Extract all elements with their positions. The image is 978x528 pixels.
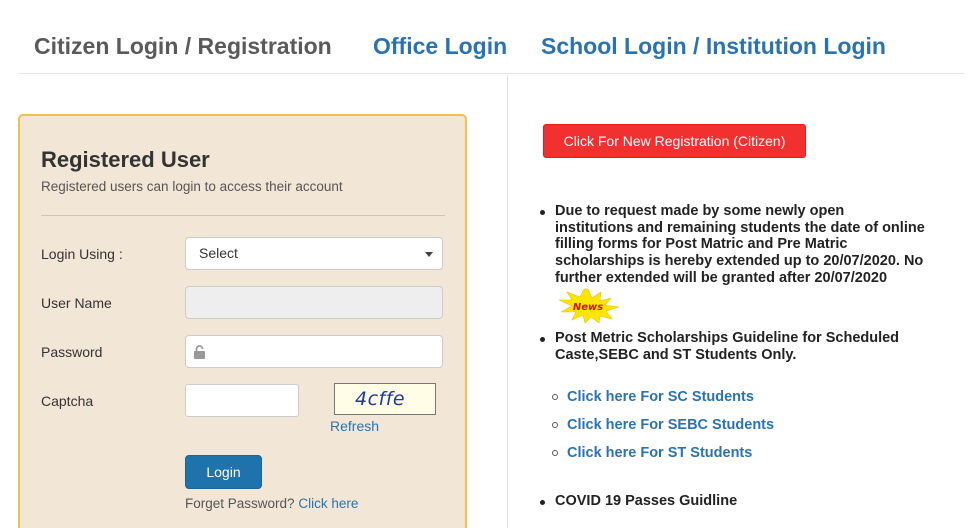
login-using-value: Select: [199, 245, 238, 261]
circle-bullet-icon: [552, 422, 558, 428]
forgot-password-link[interactable]: Click here: [298, 496, 358, 511]
notice-line: institutions and remaining students the …: [555, 219, 925, 236]
registered-user-panel: Registered User Registered users can log…: [18, 114, 467, 528]
notice-line: Due to request made by some newly open: [555, 203, 845, 219]
login-tabs: Citizen Login / Registration Office Logi…: [18, 0, 964, 74]
password-field[interactable]: [185, 335, 443, 368]
notice-line: scholarships is hereby extended up to 20…: [555, 253, 924, 270]
panel-title: Registered User: [41, 147, 210, 172]
forgot-password-text: Forget Password?: [185, 496, 295, 511]
column-divider: [507, 75, 508, 528]
bullet-icon: [540, 210, 545, 215]
notice-extension: Due to request made by some newly open i…: [555, 203, 925, 287]
panel-divider: [41, 215, 445, 216]
sebc-students-link[interactable]: Click here For SEBC Students: [567, 417, 774, 433]
bullet-icon: [540, 337, 545, 342]
st-students-link[interactable]: Click here For ST Students: [567, 445, 752, 461]
refresh-captcha-link[interactable]: Refresh: [330, 418, 379, 434]
bullet-icon: [540, 500, 545, 505]
captcha-input[interactable]: [185, 384, 299, 417]
username-field[interactable]: [185, 286, 443, 319]
notice-guideline: Post Metric Scholarships Guideline for S…: [555, 330, 899, 363]
panel-subtitle: Registered users can login to access the…: [41, 179, 343, 194]
login-using-label: Login Using :: [41, 246, 123, 262]
chevron-down-icon: [425, 252, 433, 257]
login-button[interactable]: Login: [185, 455, 262, 489]
new-registration-button[interactable]: Click For New Registration (Citizen): [543, 124, 806, 158]
notice-line: Post Metric Scholarships Guideline for S…: [555, 330, 900, 346]
notice-line: filling forms for Post Matric and Pre Ma…: [555, 236, 848, 253]
captcha-image: 4cffe: [334, 383, 436, 415]
tab-office-login[interactable]: Office Login: [373, 33, 507, 60]
tab-school-login[interactable]: School Login / Institution Login: [541, 33, 886, 60]
sc-students-link[interactable]: Click here For SC Students: [567, 389, 754, 405]
captcha-label: Captcha: [41, 393, 94, 409]
username-label: User Name: [41, 295, 112, 311]
news-badge-icon: News: [558, 288, 620, 324]
notice-covid-passes: COVID 19 Passes Guidline: [555, 493, 738, 509]
lock-icon: [194, 345, 205, 359]
forgot-password-row: Forget Password? Click here: [185, 496, 358, 511]
tab-citizen-login[interactable]: Citizen Login / Registration: [34, 33, 332, 60]
circle-bullet-icon: [552, 450, 558, 456]
news-badge-label: News: [573, 302, 603, 313]
login-using-select[interactable]: Select: [185, 237, 443, 270]
notice-line: Caste,SEBC and ST Students Only.: [555, 346, 797, 363]
circle-bullet-icon: [552, 394, 558, 400]
password-label: Password: [41, 344, 103, 360]
notice-line: further extended will be granted after 2…: [555, 269, 888, 286]
